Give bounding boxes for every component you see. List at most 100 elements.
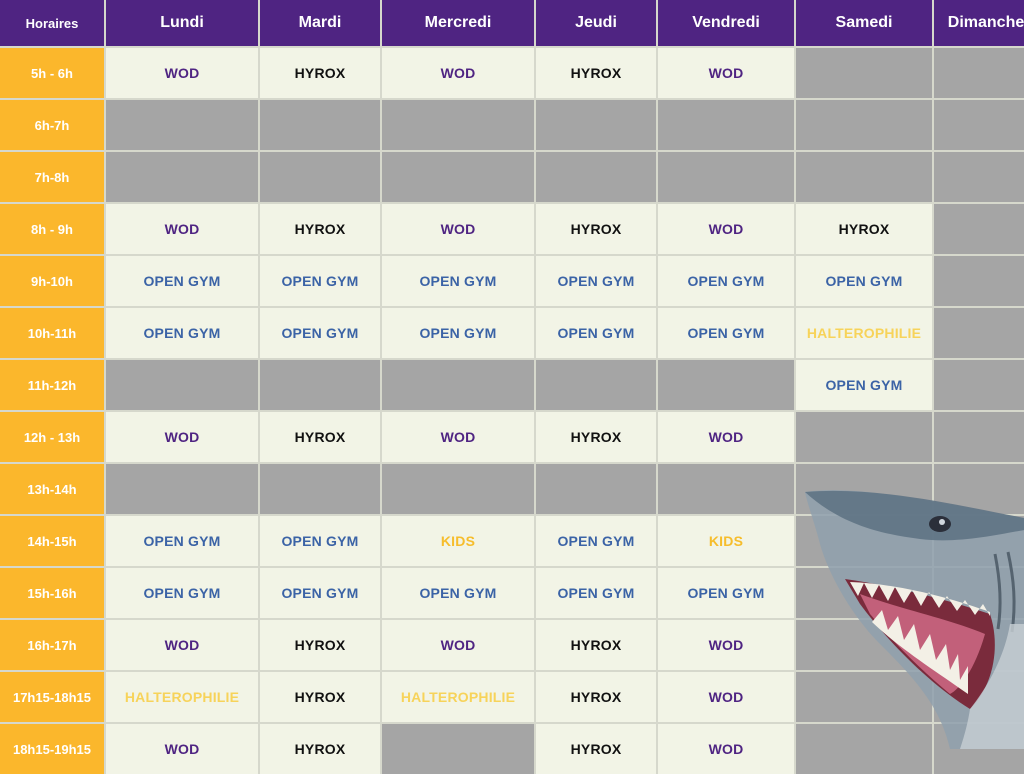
class-cell-samedi: HYROX — [796, 204, 932, 254]
time-slot-label: 12h - 13h — [0, 412, 104, 462]
time-slot-label: 5h - 6h — [0, 48, 104, 98]
class-cell-jeudi: HYROX — [536, 204, 656, 254]
time-slot-label: 15h-16h — [0, 568, 104, 618]
empty-cell-dimanche — [934, 464, 1024, 514]
class-cell-mercredi: WOD — [382, 412, 534, 462]
class-cell-jeudi: HYROX — [536, 48, 656, 98]
empty-cell-dimanche — [934, 568, 1024, 618]
class-cell-jeudi: OPEN GYM — [536, 256, 656, 306]
empty-cell-samedi — [796, 100, 932, 150]
class-cell-lundi: WOD — [106, 204, 258, 254]
class-cell-samedi: OPEN GYM — [796, 256, 932, 306]
class-cell-vendredi: OPEN GYM — [658, 568, 794, 618]
empty-cell-samedi — [796, 724, 932, 774]
class-cell-lundi: WOD — [106, 620, 258, 670]
class-cell-mardi: HYROX — [260, 204, 380, 254]
time-slot-label: 7h-8h — [0, 152, 104, 202]
empty-cell-lundi — [106, 100, 258, 150]
empty-cell-samedi — [796, 568, 932, 618]
class-cell-jeudi: HYROX — [536, 672, 656, 722]
class-cell-vendredi: WOD — [658, 672, 794, 722]
empty-cell-mardi — [260, 464, 380, 514]
header-day-jeudi: Jeudi — [536, 0, 656, 46]
empty-cell-dimanche — [934, 204, 1024, 254]
empty-cell-mercredi — [382, 152, 534, 202]
empty-cell-lundi — [106, 152, 258, 202]
empty-cell-samedi — [796, 48, 932, 98]
class-cell-lundi: OPEN GYM — [106, 256, 258, 306]
class-cell-vendredi: OPEN GYM — [658, 308, 794, 358]
class-cell-lundi: OPEN GYM — [106, 516, 258, 566]
class-cell-mercredi: OPEN GYM — [382, 568, 534, 618]
empty-cell-dimanche — [934, 620, 1024, 670]
empty-cell-mercredi — [382, 360, 534, 410]
class-cell-jeudi: HYROX — [536, 620, 656, 670]
empty-cell-lundi — [106, 464, 258, 514]
class-cell-mardi: HYROX — [260, 620, 380, 670]
schedule-table: Horaires Lundi Mardi Mercredi Jeudi Vend… — [0, 0, 1024, 774]
class-cell-samedi: OPEN GYM — [796, 360, 932, 410]
time-slot-label: 17h15-18h15 — [0, 672, 104, 722]
class-cell-samedi: HALTEROPHILIE — [796, 308, 932, 358]
empty-cell-jeudi — [536, 464, 656, 514]
class-cell-mercredi: KIDS — [382, 516, 534, 566]
class-cell-vendredi: WOD — [658, 204, 794, 254]
class-cell-mercredi: HALTEROPHILIE — [382, 672, 534, 722]
empty-cell-lundi — [106, 360, 258, 410]
header-day-samedi: Samedi — [796, 0, 932, 46]
empty-cell-jeudi — [536, 152, 656, 202]
class-cell-vendredi: OPEN GYM — [658, 256, 794, 306]
class-cell-mardi: OPEN GYM — [260, 516, 380, 566]
class-cell-mardi: HYROX — [260, 48, 380, 98]
empty-cell-mercredi — [382, 724, 534, 774]
class-cell-jeudi: OPEN GYM — [536, 516, 656, 566]
class-cell-vendredi: WOD — [658, 724, 794, 774]
class-cell-lundi: WOD — [106, 412, 258, 462]
empty-cell-samedi — [796, 620, 932, 670]
class-cell-mercredi: WOD — [382, 204, 534, 254]
empty-cell-dimanche — [934, 672, 1024, 722]
header-day-mardi: Mardi — [260, 0, 380, 46]
empty-cell-samedi — [796, 464, 932, 514]
time-slot-label: 18h15-19h15 — [0, 724, 104, 774]
class-cell-mardi: OPEN GYM — [260, 256, 380, 306]
empty-cell-dimanche — [934, 308, 1024, 358]
class-cell-mercredi: WOD — [382, 48, 534, 98]
empty-cell-vendredi — [658, 360, 794, 410]
class-cell-mardi: HYROX — [260, 724, 380, 774]
class-cell-vendredi: WOD — [658, 620, 794, 670]
time-slot-label: 10h-11h — [0, 308, 104, 358]
class-cell-mercredi: OPEN GYM — [382, 308, 534, 358]
empty-cell-dimanche — [934, 724, 1024, 774]
empty-cell-mercredi — [382, 100, 534, 150]
empty-cell-mardi — [260, 100, 380, 150]
empty-cell-dimanche — [934, 412, 1024, 462]
class-cell-jeudi: OPEN GYM — [536, 568, 656, 618]
time-slot-label: 13h-14h — [0, 464, 104, 514]
class-cell-mardi: HYROX — [260, 412, 380, 462]
empty-cell-dimanche — [934, 256, 1024, 306]
class-cell-mardi: OPEN GYM — [260, 568, 380, 618]
empty-cell-vendredi — [658, 464, 794, 514]
time-slot-label: 8h - 9h — [0, 204, 104, 254]
empty-cell-dimanche — [934, 100, 1024, 150]
class-cell-lundi: WOD — [106, 724, 258, 774]
class-cell-mardi: HYROX — [260, 672, 380, 722]
time-slot-label: 14h-15h — [0, 516, 104, 566]
class-cell-vendredi: WOD — [658, 48, 794, 98]
empty-cell-dimanche — [934, 48, 1024, 98]
class-cell-jeudi: HYROX — [536, 724, 656, 774]
empty-cell-dimanche — [934, 360, 1024, 410]
empty-cell-samedi — [796, 516, 932, 566]
class-cell-vendredi: KIDS — [658, 516, 794, 566]
class-cell-jeudi: HYROX — [536, 412, 656, 462]
header-day-lundi: Lundi — [106, 0, 258, 46]
empty-cell-samedi — [796, 412, 932, 462]
class-cell-mercredi: OPEN GYM — [382, 256, 534, 306]
empty-cell-vendredi — [658, 100, 794, 150]
time-slot-label: 6h-7h — [0, 100, 104, 150]
class-cell-lundi: HALTEROPHILIE — [106, 672, 258, 722]
class-cell-lundi: WOD — [106, 48, 258, 98]
header-horaires: Horaires — [0, 0, 104, 46]
empty-cell-jeudi — [536, 360, 656, 410]
